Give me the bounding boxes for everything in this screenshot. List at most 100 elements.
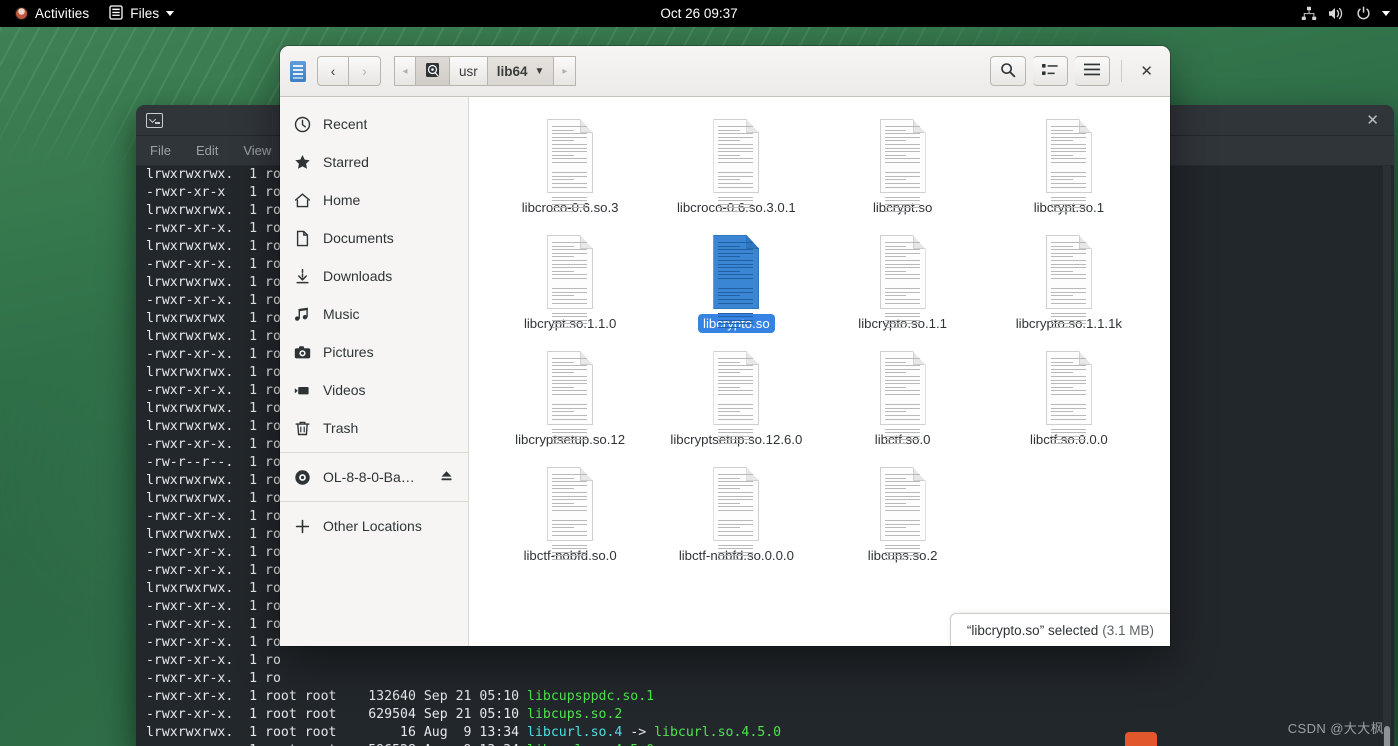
chevron-down-icon bbox=[1382, 11, 1390, 16]
files-headerbar: ‹ › ◂ usr lib64 ▼ ▸ ✕ bbox=[280, 46, 1170, 97]
terminal-filename: libcups.so.2 bbox=[527, 707, 623, 722]
camera-icon bbox=[294, 344, 311, 361]
forward-button[interactable]: › bbox=[349, 56, 381, 86]
files-app-icon bbox=[109, 4, 123, 23]
file-item[interactable]: libcrypt.so bbox=[820, 113, 986, 221]
search-button[interactable] bbox=[990, 56, 1027, 86]
sidebar-item-label: Home bbox=[323, 192, 361, 208]
watermark-label: CSDN @大大枫 bbox=[1287, 721, 1384, 736]
sidebar-item-downloads[interactable]: Downloads bbox=[280, 257, 468, 295]
clock-icon bbox=[294, 116, 311, 133]
music-icon bbox=[294, 306, 311, 323]
file-item[interactable]: libcrypto.so bbox=[653, 229, 819, 337]
status-size: (3.1 MB) bbox=[1102, 623, 1154, 638]
chevron-down-icon bbox=[166, 11, 175, 16]
video-icon bbox=[294, 382, 311, 399]
sidebar-item-pictures[interactable]: Pictures bbox=[280, 333, 468, 371]
files-window[interactable]: ‹ › ◂ usr lib64 ▼ ▸ ✕ Recent Starred Hom… bbox=[280, 46, 1170, 646]
file-document-icon bbox=[1045, 119, 1092, 213]
view-options-button[interactable] bbox=[1033, 56, 1069, 86]
main-menu-button[interactable] bbox=[1075, 56, 1111, 86]
file-item[interactable]: libcrypto.so.1.1 bbox=[820, 229, 986, 337]
sidebar-divider bbox=[280, 501, 468, 502]
sidebar-item-label: Other Locations bbox=[323, 518, 422, 534]
file-item[interactable]: libctf.so.0 bbox=[820, 345, 986, 453]
sidebar-item-documents[interactable]: Documents bbox=[280, 219, 468, 257]
menu-edit[interactable]: Edit bbox=[196, 143, 218, 158]
sidebar-item-other-locations[interactable]: Other Locations bbox=[280, 507, 468, 545]
breadcrumb-scroll-right[interactable]: ▸ bbox=[554, 56, 577, 86]
terminal-filename: libcurl.so.4 bbox=[527, 725, 623, 740]
breadcrumb[interactable]: ◂ usr lib64 ▼ ▸ bbox=[394, 56, 577, 86]
gnome-top-panel: Activities Files Oct 26 09:37 bbox=[0, 0, 1398, 27]
file-view[interactable]: libcroco-0.6.so.3 libcroco-0.6.so.3.0.1 li… bbox=[469, 97, 1170, 646]
eject-icon[interactable] bbox=[439, 469, 454, 486]
file-document-icon bbox=[1045, 351, 1092, 445]
chevron-down-icon: ▼ bbox=[534, 65, 545, 77]
terminal-icon bbox=[146, 112, 163, 128]
close-icon[interactable]: ✕ bbox=[1133, 58, 1160, 84]
terminal-scrollbar[interactable] bbox=[1383, 166, 1391, 746]
terminal-close-button[interactable]: ✕ bbox=[1361, 110, 1384, 131]
breadcrumb-root-disk[interactable] bbox=[416, 56, 450, 86]
clock-label: Oct 26 09:37 bbox=[660, 6, 738, 21]
search-icon bbox=[1000, 62, 1016, 81]
file-item[interactable]: libcroco-0.6.so.3 bbox=[487, 113, 653, 221]
file-document-icon bbox=[879, 351, 926, 445]
file-item[interactable]: libctf.so.0.0.0 bbox=[986, 345, 1152, 453]
file-document-icon bbox=[713, 351, 760, 445]
terminal-scrollbar-thumb[interactable] bbox=[1384, 726, 1390, 746]
system-status-area[interactable] bbox=[1301, 6, 1390, 21]
file-document-icon bbox=[1045, 235, 1092, 329]
volume-icon bbox=[1328, 6, 1345, 21]
disk-icon bbox=[425, 62, 440, 81]
file-item[interactable]: libcryptsetup.so.12 bbox=[487, 345, 653, 453]
gnome-logo-icon bbox=[15, 7, 28, 20]
menu-file[interactable]: File bbox=[150, 143, 171, 158]
sidebar-item-recent[interactable]: Recent bbox=[280, 105, 468, 143]
sidebar-item-videos[interactable]: Videos bbox=[280, 371, 468, 409]
app-menu-files[interactable]: Files bbox=[102, 2, 181, 26]
file-item[interactable]: libcrypt.so.1.1.0 bbox=[487, 229, 653, 337]
terminal-line: -rwxr-xr-x. 1 ro bbox=[138, 653, 281, 668]
disc-icon bbox=[294, 469, 311, 486]
sidebar-item-starred[interactable]: Starred bbox=[280, 143, 468, 181]
app-menu-label: Files bbox=[130, 6, 160, 21]
dock-app-icon[interactable] bbox=[1125, 732, 1157, 746]
file-item[interactable]: libcryptsetup.so.12.6.0 bbox=[653, 345, 819, 453]
sidebar-item-label: Trash bbox=[323, 420, 359, 436]
sidebar-item-music[interactable]: Music bbox=[280, 295, 468, 333]
sidebar-item-device[interactable]: OL-8-8-0-Ba… bbox=[280, 458, 468, 496]
sidebar-item-label: Starred bbox=[323, 154, 369, 170]
plus-icon bbox=[294, 518, 311, 535]
menu-view[interactable]: View bbox=[243, 143, 271, 158]
file-item[interactable]: libctf-nobfd.so.0.0.0 bbox=[653, 461, 819, 569]
terminal-symlink-target: -> libcurl.so.4.5.0 bbox=[622, 725, 782, 740]
back-button[interactable]: ‹ bbox=[317, 56, 349, 86]
sidebar-item-label: Recent bbox=[323, 116, 368, 132]
places-sidebar[interactable]: Recent Starred Home Documents Downloads … bbox=[280, 97, 469, 646]
file-item[interactable]: libcups.so.2 bbox=[820, 461, 986, 569]
file-document-icon bbox=[879, 467, 926, 561]
breadcrumb-lib64[interactable]: lib64 ▼ bbox=[487, 56, 555, 86]
file-item[interactable]: libcrypt.so.1 bbox=[986, 113, 1152, 221]
file-item[interactable]: libcrypto.so.1.1.1k bbox=[986, 229, 1152, 337]
activities-button[interactable]: Activities bbox=[8, 3, 96, 24]
sidebar-item-trash[interactable]: Trash bbox=[280, 409, 468, 447]
file-document-icon bbox=[547, 351, 594, 445]
home-icon bbox=[294, 192, 311, 209]
icon-grid[interactable]: libcroco-0.6.so.3 libcroco-0.6.so.3.0.1 li… bbox=[469, 109, 1170, 569]
navigation-buttons[interactable]: ‹ › bbox=[317, 56, 381, 86]
sidebar-item-home[interactable]: Home bbox=[280, 181, 468, 219]
download-icon bbox=[294, 268, 311, 285]
file-item[interactable]: libcroco-0.6.so.3.0.1 bbox=[653, 113, 819, 221]
file-document-icon bbox=[879, 119, 926, 213]
star-icon bbox=[294, 154, 311, 171]
breadcrumb-usr[interactable]: usr bbox=[450, 56, 488, 86]
breadcrumb-scroll-left[interactable]: ◂ bbox=[394, 56, 416, 86]
file-item[interactable]: libctf-nobfd.so.0 bbox=[487, 461, 653, 569]
terminal-filename: libcupsppdc.so.1 bbox=[527, 689, 655, 704]
power-icon bbox=[1356, 6, 1371, 21]
terminal-line: -rwxr-xr-x. 1 root root 596528 Aug 9 13:… bbox=[138, 742, 1394, 746]
clock-button[interactable]: Oct 26 09:37 bbox=[660, 6, 737, 21]
